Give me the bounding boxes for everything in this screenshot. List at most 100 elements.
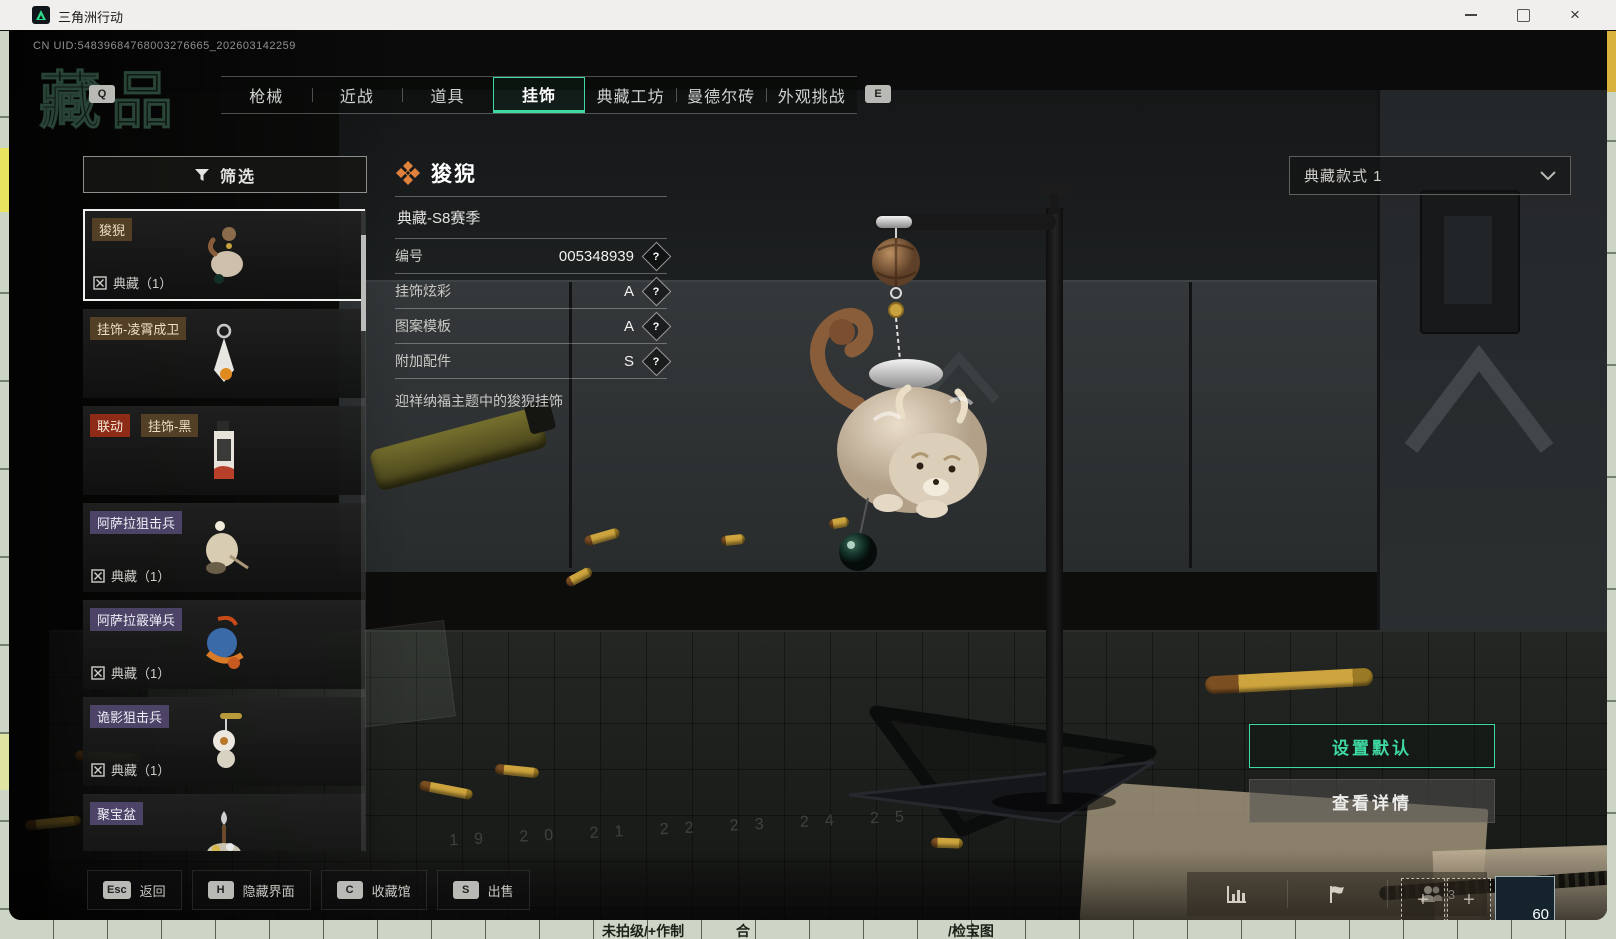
hotkey-hide-ui[interactable]: H 隐藏界面	[191, 870, 311, 910]
hotkey-label: 隐藏界面	[242, 883, 295, 899]
background-spreadsheet-right	[1607, 30, 1616, 939]
list-item-asala-sniper[interactable]: 阿萨拉狙击兵 典藏（1）	[83, 503, 365, 592]
report-button[interactable]	[1287, 872, 1387, 916]
hotkey-label: 出售	[487, 883, 514, 899]
hotkey-back[interactable]: Esc 返回	[87, 870, 182, 910]
hotkey-bar: Esc 返回 H 隐藏界面 C 收藏馆 S 出售	[87, 870, 530, 910]
chevron-down-icon	[1540, 170, 1556, 180]
collection-badge: 典藏（1）	[91, 663, 170, 682]
background-spreadsheet-left	[0, 30, 9, 939]
flag-icon	[1330, 886, 1344, 903]
list-item-lingxiao[interactable]: 挂饰-凌霄成卫	[83, 309, 365, 398]
esc-keycap: Esc	[103, 881, 131, 899]
charm-item-list: 狻猊 典藏（1） 挂饰-凌霄成卫 联动 挂饰-黑 阿萨拉狙击兵 典藏（1） 阿萨…	[83, 209, 365, 851]
item-thumbnail	[206, 521, 249, 574]
item-thumbnail	[214, 421, 234, 479]
tab-next-keycap: E	[865, 85, 891, 103]
hotkey-collection-hall[interactable]: C 收藏馆	[320, 870, 427, 910]
item-description: 迎祥纳福主题中的狻猊挂饰	[395, 393, 563, 409]
list-item-asala-shotgunner[interactable]: 阿萨拉霰弹兵 典藏（1）	[83, 600, 365, 689]
collection-icon	[91, 762, 105, 777]
spreadsheet-yellow-cell	[0, 148, 9, 212]
item-name-tag: 挂饰-黑	[141, 414, 199, 437]
help-icon[interactable]: ?	[641, 311, 672, 341]
style-select-value: 典藏款式 1	[1304, 168, 1383, 185]
spreadsheet-cell-text: 合	[736, 923, 750, 939]
maximize-button[interactable]	[1512, 4, 1534, 26]
tab-charms[interactable]: 挂饰	[492, 77, 586, 113]
season-label: 典藏-S8赛季	[397, 210, 481, 227]
view-details-button[interactable]: 查看详情	[1249, 779, 1495, 823]
item-details-panel: 狻猊 典藏-S8赛季 编号 005348939 ? 挂饰炫彩 A ? 图案模板 …	[395, 150, 672, 411]
s-keycap: S	[452, 881, 479, 899]
detail-label: 附加配件	[395, 353, 451, 369]
item-name-tag: 阿萨拉霰弹兵	[90, 608, 183, 631]
collection-badge: 典藏（1）	[91, 760, 170, 779]
item-name-tag: 挂饰-凌霄成卫	[90, 317, 187, 340]
filter-label: 筛选	[219, 168, 256, 186]
game-window: 19 20 21 22 23 24 25 CN UID:548396847680…	[9, 30, 1607, 920]
window-titlebar: 三角洲行动 ×	[0, 0, 1616, 31]
bar-chart-icon	[1227, 886, 1246, 903]
item-thumbnail	[213, 713, 242, 768]
set-default-button[interactable]: 设置默认	[1249, 724, 1495, 768]
collection-badge-label: 典藏（1）	[111, 569, 171, 584]
collection-icon	[91, 665, 105, 680]
charm-preview-model[interactable]	[754, 150, 1194, 850]
detail-value: A	[623, 317, 634, 335]
background-spreadsheet-bottom: 未拍级/+作制 合 /检宝图	[0, 920, 1616, 939]
plus-icon: +	[1463, 888, 1475, 911]
tab-collection-workshop[interactable]: 典藏工坊	[585, 77, 676, 113]
collection-badge: 典藏（1）	[93, 273, 172, 292]
h-keycap: H	[207, 881, 234, 899]
detail-label: 图案模板	[395, 318, 451, 334]
tab-melee[interactable]: 近战	[311, 77, 403, 113]
list-item-phantom-sniper[interactable]: 诡影狙击兵 典藏（1）	[83, 697, 365, 786]
item-title: 狻猊	[431, 163, 477, 186]
scrollbar-thumb[interactable]	[361, 235, 366, 331]
stats-button[interactable]	[1187, 872, 1287, 916]
spreadsheet-cell-text: /检宝图	[948, 923, 994, 939]
hotkey-label: 收藏馆	[371, 883, 411, 899]
detail-label: 挂饰炫彩	[395, 283, 451, 299]
collection-badge-label: 典藏（1）	[111, 763, 171, 778]
category-tabs: 枪械 近战 道具 挂饰 典藏工坊 曼德尔砖 外观挑战	[221, 76, 857, 114]
item-thumbnail	[214, 323, 234, 382]
style-select-dropdown[interactable]: 典藏款式 1	[1289, 156, 1571, 195]
detail-row-colorway: 挂饰炫彩 A ?	[395, 274, 672, 308]
detail-label: 编号	[395, 248, 423, 264]
detail-value: 005348939	[558, 247, 634, 265]
list-item-suanni[interactable]: 狻猊 典藏（1）	[83, 209, 365, 301]
spreadsheet-yellow-mark	[1607, 30, 1616, 92]
item-thumbnail	[207, 811, 241, 851]
help-icon[interactable]: ?	[641, 346, 672, 376]
item-name-tag: 聚宝盆	[90, 802, 144, 825]
empty-slot-button[interactable]: +	[1401, 878, 1445, 920]
filter-button[interactable]: 筛选	[83, 156, 367, 193]
rarity-diamond-icon	[396, 161, 420, 185]
tab-mandel-brick[interactable]: 曼德尔砖	[675, 77, 767, 113]
spreadsheet-cell-text: 未拍级/+作制	[602, 923, 685, 939]
close-button[interactable]: ×	[1564, 4, 1586, 26]
funnel-icon	[194, 168, 209, 181]
screen: 未拍级/+作制 合 /检宝图 三角洲行动 × 19 20 21 22 23 24…	[0, 0, 1616, 939]
empty-slot-button[interactable]: +	[1447, 878, 1491, 920]
sidebar-scrollbar[interactable]	[361, 209, 366, 851]
list-item-treasure-basin[interactable]: 聚宝盆	[83, 794, 365, 851]
window-title: 三角洲行动	[58, 10, 124, 25]
spreadsheet-yellow-cell	[0, 734, 9, 790]
minimize-button[interactable]	[1460, 4, 1482, 26]
linkage-tag: 联动	[90, 414, 131, 437]
hotkey-sell[interactable]: S 出售	[436, 870, 530, 910]
app-logo-icon	[32, 6, 50, 24]
currency-tile[interactable]: 60	[1495, 876, 1555, 920]
tab-appearance-challenge[interactable]: 外观挑战	[766, 77, 857, 113]
help-icon[interactable]: ?	[641, 241, 672, 271]
list-item-charm-black[interactable]: 联动 挂饰-黑	[83, 406, 365, 495]
help-icon[interactable]: ?	[641, 276, 672, 306]
tab-props[interactable]: 道具	[402, 77, 493, 113]
item-name-tag: 阿萨拉狙击兵	[90, 511, 183, 534]
tab-guns[interactable]: 枪械	[221, 77, 312, 113]
collection-badge: 典藏（1）	[91, 566, 170, 585]
crate-latch-inner	[1444, 216, 1492, 304]
